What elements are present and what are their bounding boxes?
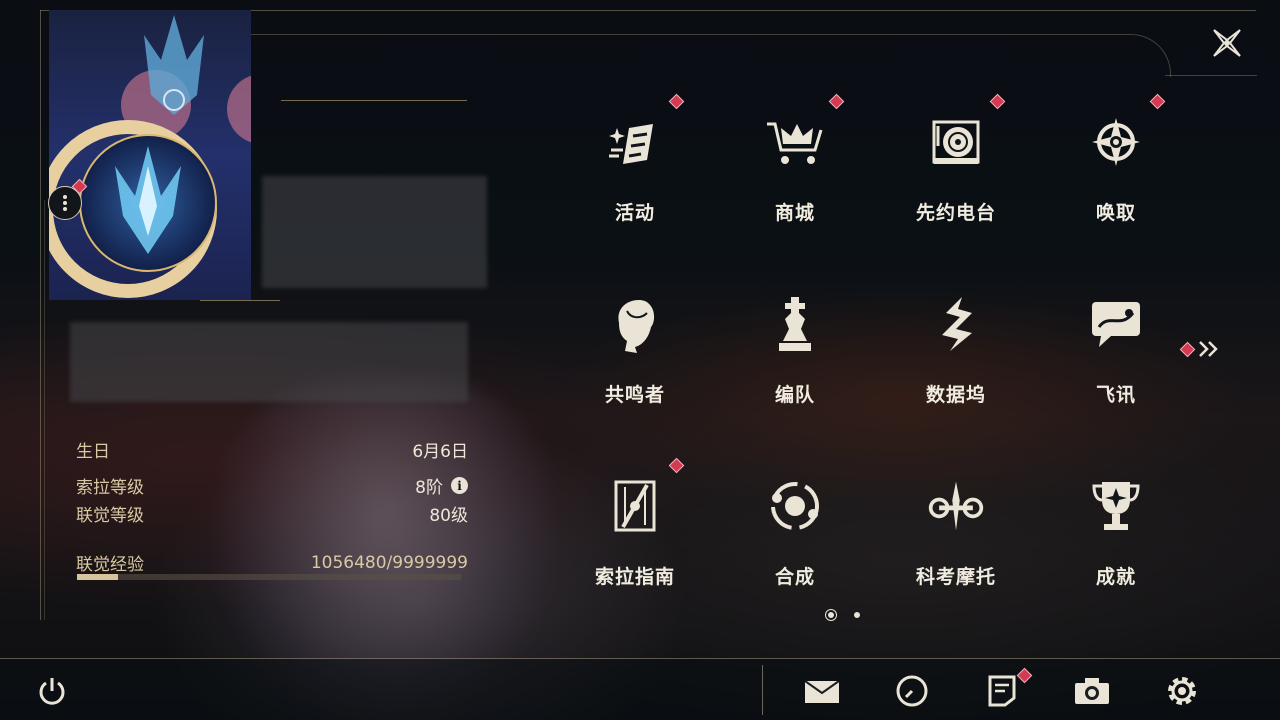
union-exp-label: 联觉经验 xyxy=(76,555,144,575)
clock-button[interactable] xyxy=(893,672,931,710)
next-page-button[interactable] xyxy=(1179,340,1221,358)
grid-item-10[interactable]: 合成 xyxy=(715,464,875,646)
bottom-separator xyxy=(762,665,763,715)
sola-level-value-group: 8阶 i xyxy=(415,473,468,498)
grid-item-label: 索拉指南 xyxy=(594,566,675,588)
settings-gear-icon xyxy=(1168,677,1196,705)
frame-right-line xyxy=(1165,75,1257,76)
character-head-icon xyxy=(605,294,665,354)
grid-item-label: 商城 xyxy=(774,202,815,224)
frame-arc-line xyxy=(240,34,1171,77)
notes-icon xyxy=(988,675,1016,707)
grid-item-1[interactable]: 活动 xyxy=(555,93,715,282)
message-bubble-icon xyxy=(1086,294,1146,354)
sparkle-flag-icon xyxy=(605,112,665,172)
data-dock-icon xyxy=(926,294,986,354)
record-player-icon xyxy=(926,112,986,172)
frame-left-inner-line xyxy=(44,200,45,620)
frame-left-line xyxy=(40,10,41,620)
grid-item-4[interactable]: 唤取 xyxy=(1036,93,1196,282)
mail-button[interactable] xyxy=(803,672,841,710)
grid-item-11[interactable]: 科考摩托 xyxy=(876,464,1036,646)
union-level-row: 联觉等级 80级 xyxy=(76,501,468,526)
union-level-label: 联觉等级 xyxy=(76,506,144,526)
grid-item-label: 先约电台 xyxy=(915,202,996,224)
union-exp-row: 联觉经验 1056480/9999999 xyxy=(76,550,468,576)
grid-item-5[interactable]: 共鸣者 xyxy=(555,282,715,464)
union-exp-value: 1056480/9999999 xyxy=(310,552,468,573)
divider xyxy=(281,100,467,101)
avatar-decoration xyxy=(227,74,251,144)
profile-avatar[interactable] xyxy=(49,10,251,300)
synthesis-orbit-icon xyxy=(765,476,825,536)
grid-item-label: 飞讯 xyxy=(1095,384,1136,406)
settings-button[interactable] xyxy=(1163,672,1201,710)
grid-item-label: 数据坞 xyxy=(925,384,986,406)
grid-item-3[interactable]: 先约电台 xyxy=(876,93,1036,282)
clock-icon xyxy=(896,675,928,707)
grid-item-label: 共鸣者 xyxy=(604,384,665,406)
grid-item-label: 活动 xyxy=(614,202,655,224)
divider xyxy=(200,300,280,301)
grid-item-label: 科考摩托 xyxy=(915,566,996,588)
bottom-divider xyxy=(0,658,1280,659)
sola-level-label: 索拉等级 xyxy=(76,478,144,498)
grid-item-6[interactable]: 编队 xyxy=(715,282,875,464)
page-dot-1[interactable] xyxy=(828,612,834,618)
close-button[interactable] xyxy=(1208,24,1246,62)
avatar-menu-button[interactable] xyxy=(48,186,82,220)
next-page-badge xyxy=(1179,341,1196,357)
info-icon[interactable]: i xyxy=(451,477,468,494)
birthday-row: 生日 6月6日 xyxy=(76,437,468,462)
union-level-value: 80级 xyxy=(429,506,468,526)
compass-star-icon xyxy=(1086,112,1146,172)
grid-item-label: 合成 xyxy=(774,566,815,588)
camera-icon xyxy=(1075,678,1109,704)
grid-item-8[interactable]: 飞讯 xyxy=(1036,282,1196,464)
sola-level-value: 8阶 xyxy=(415,478,443,498)
birthday-label: 生日 xyxy=(76,442,110,462)
page-dot-2[interactable] xyxy=(854,612,860,618)
sola-level-row: 索拉等级 8阶 i xyxy=(76,473,468,498)
notes-button[interactable] xyxy=(983,672,1021,710)
avatar-emblem xyxy=(79,134,217,272)
close-icon xyxy=(1213,29,1241,57)
power-icon xyxy=(39,678,65,705)
guide-book-icon xyxy=(605,476,665,536)
grid-item-label: 唤取 xyxy=(1095,202,1136,224)
player-name-redacted xyxy=(262,176,487,288)
shopping-cart-crown-icon xyxy=(765,112,825,172)
page-indicator xyxy=(828,612,860,618)
trophy-icon xyxy=(1086,476,1146,536)
player-signature-redacted xyxy=(70,322,468,402)
motorcycle-icon xyxy=(926,476,986,536)
mail-icon xyxy=(804,680,840,703)
double-chevron-right-icon xyxy=(1199,341,1218,357)
grid-item-2[interactable]: 商城 xyxy=(715,93,875,282)
grid-item-7[interactable]: 数据坞 xyxy=(876,282,1036,464)
camera-button[interactable] xyxy=(1073,672,1111,710)
grid-item-9[interactable]: 索拉指南 xyxy=(555,457,715,646)
grid-item-label: 成就 xyxy=(1095,566,1136,588)
chess-piece-icon xyxy=(765,294,825,354)
grid-item-12[interactable]: 成就 xyxy=(1036,464,1196,646)
grid-item-label: 编队 xyxy=(774,384,815,406)
union-exp-fill xyxy=(77,574,118,580)
power-button[interactable] xyxy=(33,672,71,710)
birthday-value: 6月6日 xyxy=(412,442,468,462)
crystal-crown-icon xyxy=(115,146,181,254)
crystal-crown-top-icon xyxy=(144,15,204,115)
union-exp-bar xyxy=(77,574,461,580)
more-vertical-icon xyxy=(63,195,67,211)
